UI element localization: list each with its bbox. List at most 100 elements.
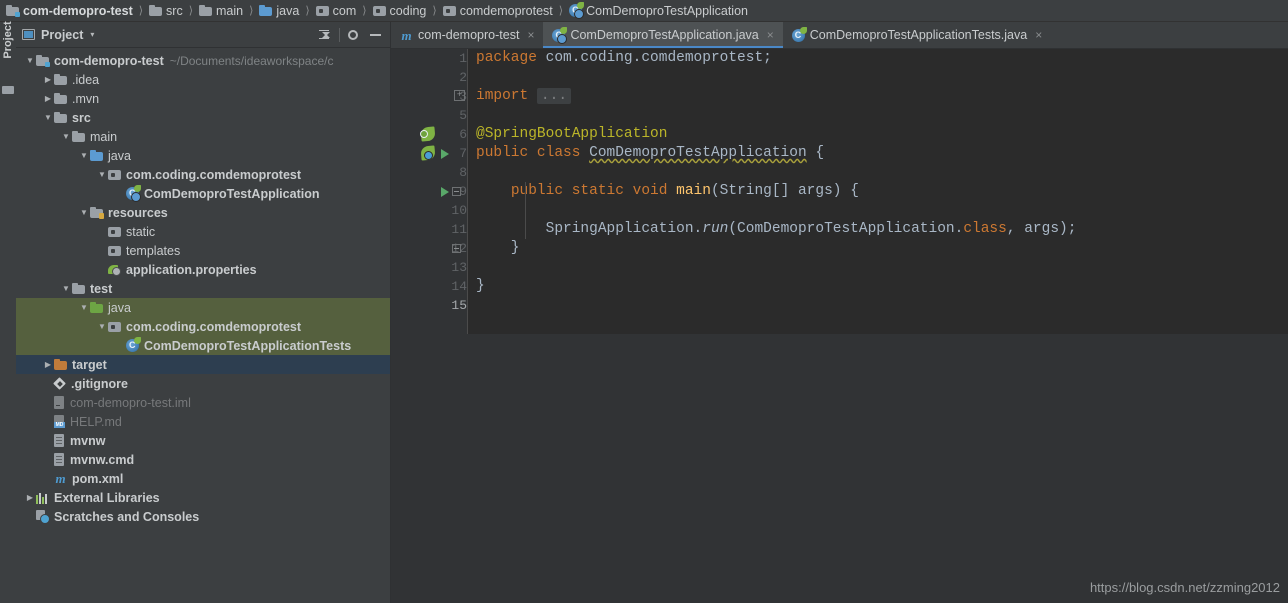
close-icon[interactable]: × [767, 28, 774, 42]
tree-row[interactable]: ▼ com-demopro-test ~/Documents/ideaworkspa… [16, 51, 390, 70]
minimize-icon[interactable] [366, 26, 384, 44]
tree-row[interactable]: CComDemoproTestApplication [16, 184, 390, 203]
folder-icon [199, 5, 212, 16]
tree-row-label: ComDemoproTestApplicationTests [144, 338, 352, 353]
editor-tab-tests[interactable]: C ComDemoproTestApplicationTests.java × [783, 22, 1051, 48]
tree-row-label: .mvn [72, 91, 100, 106]
breadcrumb-item-module[interactable]: com-demopro-test [6, 0, 133, 22]
breadcrumb-item-class[interactable]: C ComDemoproTestApplication [569, 0, 748, 22]
gutter-line: 15 [391, 296, 468, 315]
chevron-down-icon[interactable]: ▼ [78, 203, 90, 222]
breadcrumb-item-coding[interactable]: coding [372, 0, 426, 22]
chevron-down-icon[interactable]: ▼ [42, 108, 54, 127]
code-token: import [476, 88, 529, 104]
chevron-down-icon[interactable]: ▼ [24, 51, 36, 70]
fold-region-end-icon[interactable] [452, 244, 461, 253]
code-viewport[interactable]: 1 2 3 5 6 7 8 9 10 11 12 13 14 15 package com.coding.… [391, 49, 1288, 334]
breadcrumb-item-src[interactable]: src [149, 0, 183, 22]
expand-import-fold-icon[interactable]: + [454, 90, 465, 101]
gutter-line: 10 [391, 201, 468, 220]
tree-row[interactable]: ▶ .idea [16, 70, 390, 89]
breadcrumb-label: java [276, 3, 300, 18]
chevron-right-icon[interactable]: ▶ [42, 89, 54, 108]
spring-config-gutter-icon[interactable] [420, 145, 438, 162]
tree-row[interactable]: static [16, 222, 390, 241]
collapse-all-icon[interactable] [315, 26, 333, 44]
tree-row[interactable]: .gitignore [16, 374, 390, 393]
tree-row[interactable]: ▼ resources [16, 203, 390, 222]
tree-row[interactable]: ▼ src [16, 108, 390, 127]
chevron-down-icon[interactable]: ▼ [78, 298, 90, 317]
breadcrumb-item-comdemoprotest[interactable]: comdemoprotest [442, 0, 553, 22]
code-token: main [676, 183, 711, 199]
tree-row[interactable]: templates [16, 241, 390, 260]
tree-row[interactable]: ▼ java [16, 298, 390, 317]
line-number: 8 [459, 165, 467, 180]
tree-row-label: static [126, 224, 156, 239]
test-source-folder-icon [90, 302, 103, 313]
chevron-down-icon[interactable]: ▼ [60, 127, 72, 146]
maven-icon: m [55, 471, 66, 486]
breadcrumb-label: ComDemoproTestApplication [586, 3, 748, 18]
tree-row[interactable]: ▶ External Libraries [16, 488, 390, 507]
close-icon[interactable]: × [1035, 28, 1042, 42]
code-line: } [468, 277, 1288, 296]
tree-row-label: test [90, 281, 113, 296]
project-tree[interactable]: ▼ com-demopro-test ~/Documents/ideaworkspa… [16, 48, 390, 603]
tree-row[interactable]: ▶ .mvn [16, 89, 390, 108]
line-number: 1 [459, 51, 467, 66]
tree-row[interactable]: ▼ com.coding.comdemoprotest [16, 317, 390, 336]
tree-row[interactable]: ▼ test [16, 279, 390, 298]
tree-row[interactable]: ▼ main [16, 127, 390, 146]
gear-icon[interactable] [344, 26, 362, 44]
chevron-right-icon[interactable]: ▶ [24, 488, 36, 507]
code-token: SpringApplication. [476, 221, 703, 237]
tree-row-label: HELP.md [70, 414, 122, 429]
project-panel-header: Project ▾ [16, 22, 390, 48]
code-token: run [702, 221, 729, 237]
tree-row[interactable]: MD HELP.md [16, 412, 390, 431]
chevron-down-icon[interactable]: ▼ [96, 317, 108, 336]
text-file-icon [54, 434, 65, 447]
tree-row-label: com-demopro-test.iml [70, 395, 191, 410]
tree-row[interactable]: mvnw [16, 431, 390, 450]
breadcrumb-item-com[interactable]: com [315, 0, 356, 22]
tree-row[interactable]: com-demopro-test.iml [16, 393, 390, 412]
tree-row[interactable]: ▼ java [16, 146, 390, 165]
close-icon[interactable]: × [527, 28, 534, 42]
left-tool-window-bar: Project [0, 21, 17, 603]
tree-row-label: .idea [72, 72, 100, 87]
editor-tab-pom[interactable]: m com-demopro-test × [391, 22, 543, 48]
tool-window-tab-project[interactable]: Project [0, 21, 16, 82]
code-text[interactable]: package com.coding.comdemoprotest; import… [452, 49, 1288, 334]
collapse-method-fold-icon[interactable] [452, 187, 461, 196]
tree-row[interactable]: application.properties [16, 260, 390, 279]
chevron-down-icon[interactable]: ▾ [90, 30, 94, 39]
run-application-icon[interactable] [441, 149, 449, 159]
spring-class-icon: C [569, 2, 585, 19]
chevron-down-icon[interactable]: ▼ [78, 146, 90, 165]
chevron-down-icon[interactable]: ▼ [60, 279, 72, 298]
tree-row[interactable]: m pom.xml [16, 469, 390, 488]
tree-row[interactable]: ▼ com.coding.comdemoprotest [16, 165, 390, 184]
chevron-right-icon[interactable]: ▶ [42, 70, 54, 89]
tree-row[interactable]: Scratches and Consoles [16, 507, 390, 526]
code-line: public static void main(String[] args) { [452, 182, 1288, 201]
tree-row[interactable]: C ComDemoproTestApplicationTests [16, 336, 390, 355]
run-main-method-icon[interactable] [441, 187, 449, 197]
editor-tab-bar: m com-demopro-test × C ComDemoproTestApp… [391, 22, 1288, 49]
chevron-right-icon[interactable]: ▶ [42, 355, 54, 374]
line-number: 5 [459, 108, 467, 123]
spring-class-icon: C [126, 185, 141, 202]
breadcrumb-item-main[interactable]: main [199, 0, 243, 22]
tree-row[interactable]: ▶ target [16, 355, 390, 374]
breadcrumb-item-java[interactable]: java [259, 0, 299, 22]
editor-tab-application[interactable]: C ComDemoproTestApplication.java × [543, 22, 784, 48]
spring-bean-gutter-icon[interactable] [420, 126, 438, 143]
tree-row-label: main [90, 129, 118, 144]
tree-row[interactable]: mvnw.cmd [16, 450, 390, 469]
chevron-down-icon[interactable]: ▼ [96, 165, 108, 184]
